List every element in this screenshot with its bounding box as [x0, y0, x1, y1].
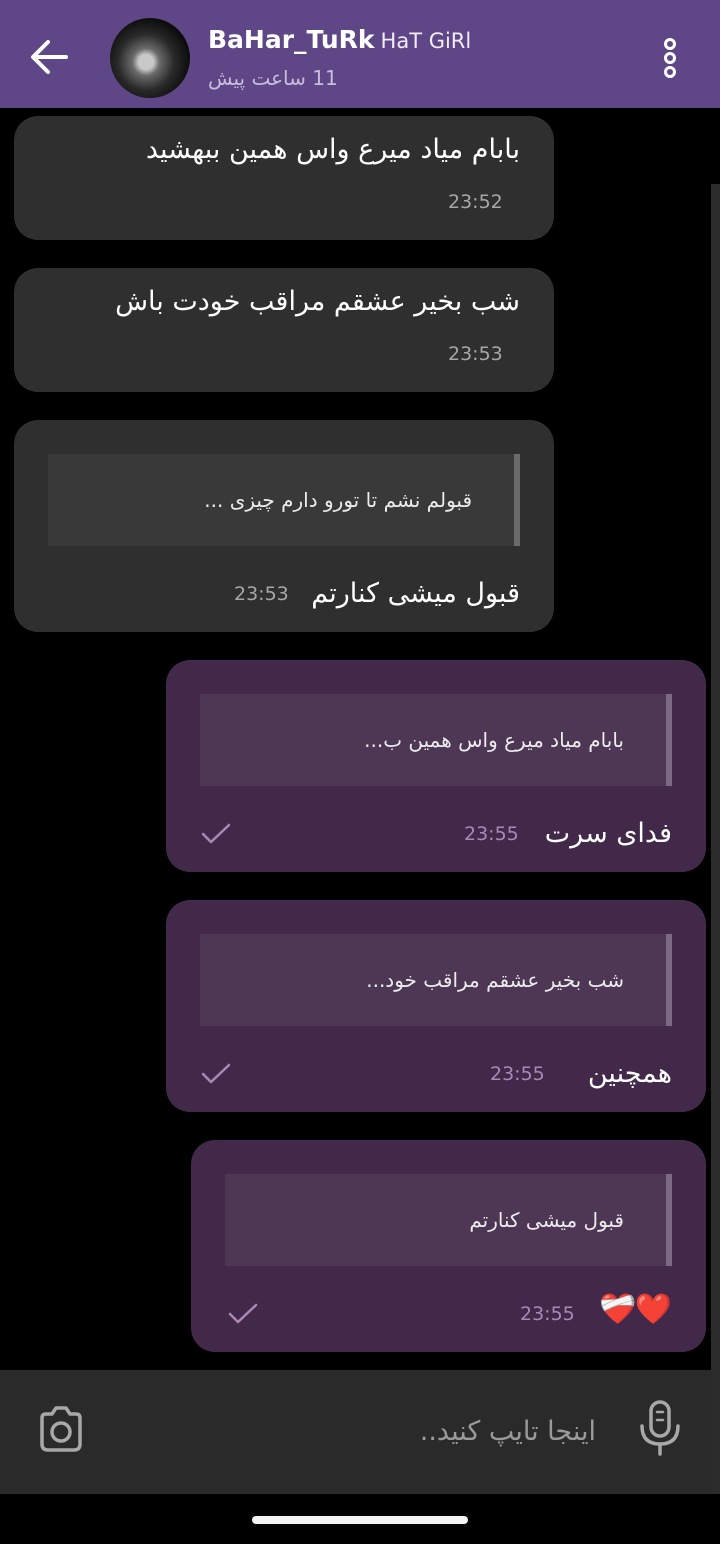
check-icon — [201, 823, 231, 844]
arrow-left-icon — [31, 40, 68, 74]
back-button[interactable] — [22, 30, 76, 84]
message-text: همچنین — [587, 1058, 672, 1089]
reply-quote[interactable]: قبول میشی کنارتم — [225, 1174, 672, 1266]
camera-button[interactable] — [34, 1402, 88, 1456]
more-vertical-icon — [664, 38, 676, 78]
reply-quote-text: قبول میشی کنارتم — [469, 1208, 624, 1232]
chat-header: BaHar_TuRk HaT GiRl 11 ساعت پیش — [0, 0, 720, 108]
message-bubble-incoming[interactable]: قبولم نشم تا تورو دارم چیزی ... قبول میش… — [14, 420, 554, 632]
message-bubble-outgoing[interactable]: قبول میشی کنارتم ❤️‍🩹❤️ 23:55 — [191, 1140, 706, 1352]
message-bubble-outgoing[interactable]: شب بخیر عشقم مراقب خود... همچنین 23:55 — [166, 900, 706, 1112]
message-text: فدای سرت — [544, 818, 672, 849]
camera-icon — [40, 1406, 82, 1452]
contact-name: BaHar_TuRk — [208, 25, 375, 54]
message-text: شب بخیر عشقم مراقب خودت باش — [115, 286, 520, 317]
reply-quote-bar — [514, 454, 520, 546]
chat-screen: BaHar_TuRk HaT GiRl 11 ساعت پیش بابام میا… — [0, 0, 720, 1544]
message-composer — [0, 1370, 712, 1494]
microphone-button[interactable] — [636, 1398, 684, 1458]
reply-quote-text: بابام میاد میرع واس همین ب... — [364, 728, 624, 752]
reply-quote[interactable]: شب بخیر عشقم مراقب خود... — [200, 934, 672, 1026]
reply-quote[interactable]: بابام میاد میرع واس همین ب... — [200, 694, 672, 786]
message-time: 23:55 — [490, 1063, 545, 1085]
microphone-icon — [640, 1400, 680, 1456]
contact-info[interactable]: BaHar_TuRk HaT GiRl 11 ساعت پیش — [208, 24, 568, 93]
heart-emoji-message: ❤️‍🩹❤️ — [599, 1292, 672, 1327]
home-indicator[interactable] — [252, 1516, 468, 1524]
reply-quote-bar — [666, 934, 672, 1026]
reply-quote-text: قبولم نشم تا تورو دارم چیزی ... — [204, 488, 472, 512]
message-bubble-incoming[interactable]: شب بخیر عشقم مراقب خودت باش 23:53 — [14, 268, 554, 392]
message-bubble-incoming[interactable]: بابام میاد میرع واس همین ببهشید 23:52 — [14, 116, 554, 240]
system-navigation-bar — [0, 1494, 720, 1544]
message-time: 23:52 — [448, 191, 503, 213]
reply-quote[interactable]: قبولم نشم تا تورو دارم چیزی ... — [48, 454, 520, 546]
scrollbar[interactable] — [711, 184, 720, 1504]
message-bubble-outgoing[interactable]: بابام میاد میرع واس همین ب... فدای سرت 2… — [166, 660, 706, 872]
contact-avatar[interactable] — [110, 18, 190, 98]
more-options-button[interactable] — [652, 34, 688, 82]
reply-quote-bar — [666, 1174, 672, 1266]
reply-quote-text: شب بخیر عشقم مراقب خود... — [366, 968, 624, 992]
reply-quote-bar — [666, 694, 672, 786]
message-time: 23:53 — [448, 343, 503, 365]
check-icon — [228, 1303, 258, 1324]
message-text: قبول میشی کنارتم — [311, 578, 520, 609]
check-icon — [201, 1063, 231, 1084]
contact-name-line: BaHar_TuRk HaT GiRl — [208, 24, 568, 57]
contact-tag: HaT GiRl — [380, 29, 472, 53]
message-time: 23:53 — [234, 583, 289, 605]
message-time: 23:55 — [464, 823, 519, 845]
message-input[interactable] — [110, 1404, 598, 1458]
message-time: 23:55 — [520, 1303, 575, 1325]
last-seen-status: 11 ساعت پیش — [208, 66, 338, 90]
message-text: بابام میاد میرع واس همین ببهشید — [145, 134, 520, 165]
